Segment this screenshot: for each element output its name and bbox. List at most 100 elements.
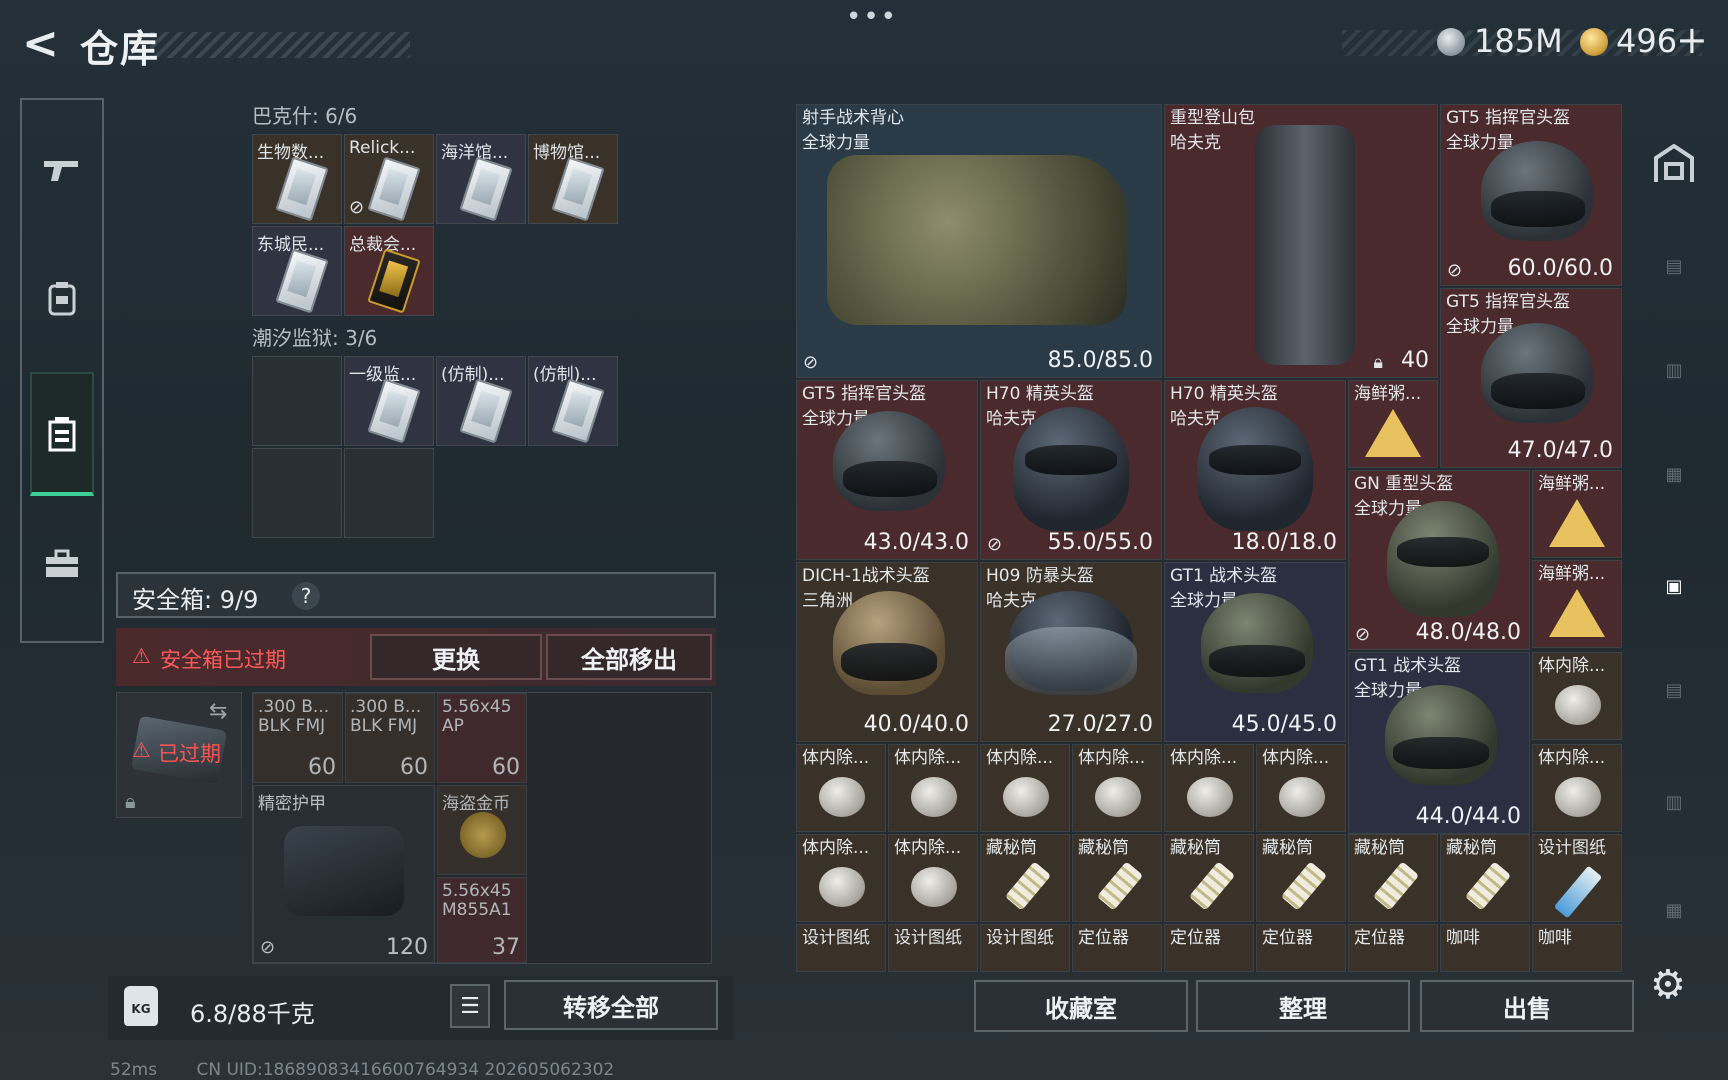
keycard-slot[interactable]: (仿制)... (528, 356, 618, 446)
ammo-slot[interactable]: 5.56x45 AP 60 (437, 693, 527, 783)
backpack-icon (1255, 125, 1355, 365)
back-arrow-icon[interactable]: < (22, 22, 62, 66)
expired-warning-text: 安全箱已过期 (160, 648, 286, 672)
transfer-all-button[interactable]: 转移全部 (504, 980, 718, 1030)
item-medicine[interactable]: 体内除... (1532, 652, 1622, 740)
rail-case-icon[interactable]: ▦ (1640, 880, 1708, 940)
item-food[interactable]: 海鲜粥... (1532, 560, 1622, 648)
item-medicine[interactable]: 体内除... (888, 744, 978, 832)
coin-slot[interactable]: 海盗金币 (437, 785, 527, 875)
item-helmet[interactable]: GN 重型头盔 全球力量 ⊘ 48.0/48.0 (1348, 470, 1530, 650)
item-count: 37 (492, 935, 520, 960)
more-menu-icon[interactable]: ••• (846, 2, 898, 32)
rail-case-icon[interactable]: ▤ (1640, 660, 1708, 720)
item-blueprint[interactable]: 设计图纸 (888, 924, 978, 972)
item-medicine[interactable]: 体内除... (1072, 744, 1162, 832)
keycard-slot[interactable]: (仿制)... (436, 356, 526, 446)
remove-all-button[interactable]: 全部移出 (546, 634, 712, 680)
item-locator[interactable]: 定位器 (1072, 924, 1162, 972)
ammo-slot[interactable]: .300 B... BLK FMJ 60 (253, 693, 343, 783)
item-vest[interactable]: 射手战术背心 全球力量 ⊘ 85.0/85.0 (796, 104, 1162, 378)
add-currency-button[interactable]: + (1676, 18, 1708, 62)
item-container[interactable]: 藏秘筒 (1164, 834, 1254, 922)
item-blueprint[interactable]: 设计图纸 (796, 924, 886, 972)
item-medicine[interactable]: 体内除... (796, 744, 886, 832)
item-blueprint[interactable]: 设计图纸 (980, 924, 1070, 972)
keycard-grid-2: 一级监... (仿制)... (仿制)... (252, 356, 620, 540)
settings-gear-icon[interactable]: ⚙ (1650, 962, 1686, 1008)
item-container[interactable]: 藏秘筒 (980, 834, 1070, 922)
collection-room-button[interactable]: 收藏室 (974, 980, 1188, 1032)
item-helmet[interactable]: GT1 战术头盔 全球力量 45.0/45.0 (1164, 562, 1346, 742)
item-food[interactable]: 海鲜粥... (1532, 470, 1622, 558)
item-label: 藏秘筒 (1078, 838, 1129, 858)
item-helmet[interactable]: GT5 指挥官头盔 全球力量 47.0/47.0 (1440, 288, 1622, 468)
ammo-slot[interactable]: 5.56x45 M855A1 37 (437, 877, 527, 963)
help-icon[interactable]: ? (292, 582, 320, 610)
stash-grid: 射手战术背心 全球力量 ⊘ 85.0/85.0 重型登山包 哈夫克 🔒︎ 40 … (796, 104, 1622, 972)
item-medicine[interactable]: 体内除... (980, 744, 1070, 832)
item-medicine[interactable]: 体内除... (796, 834, 886, 922)
item-coffee[interactable]: 咖啡 (1532, 924, 1622, 972)
item-food[interactable]: 海鲜粥... (1348, 380, 1438, 468)
item-medicine[interactable]: 体内除... (1164, 744, 1254, 832)
item-medicine[interactable]: 体内除... (1532, 744, 1622, 832)
armor-slot[interactable]: 精密护甲 ⊘ 120 (253, 785, 435, 963)
item-helmet[interactable]: H70 精英头盔 哈夫克 18.0/18.0 (1164, 380, 1346, 560)
item-durability: 45.0/45.0 (1231, 712, 1337, 737)
rail-case-icon[interactable]: ▥ (1640, 340, 1708, 400)
item-locator[interactable]: 定位器 (1348, 924, 1438, 972)
sidebar-item-equipment[interactable] (28, 264, 96, 332)
item-container[interactable]: 藏秘筒 (1348, 834, 1438, 922)
rail-case-icon[interactable]: ▥ (1640, 772, 1708, 832)
item-medicine[interactable]: 体内除... (1256, 744, 1346, 832)
item-label: GN 重型头盔 (1354, 474, 1454, 494)
empty-slot[interactable] (252, 448, 342, 538)
sidebar-item-storage[interactable] (28, 400, 96, 468)
keycard-slot[interactable]: 一级监... (344, 356, 434, 446)
item-helmet[interactable]: H70 精英头盔 哈夫克 ⊘ 55.0/55.0 (980, 380, 1162, 560)
cylinder-icon (1280, 861, 1328, 911)
lock-icon: 🔒︎ (125, 789, 136, 813)
item-helmet[interactable]: GT5 指挥官头盔 全球力量 43.0/43.0 (796, 380, 978, 560)
item-blueprint[interactable]: 设计图纸 (1532, 834, 1622, 922)
keycard-slot[interactable]: 总裁会... (344, 226, 434, 316)
keycard-slot[interactable]: Relick... ⊘ (344, 134, 434, 224)
item-coffee[interactable]: 咖啡 (1440, 924, 1530, 972)
sidebar-item-weapons[interactable] (28, 136, 96, 204)
rail-case-active-icon[interactable]: ▣ (1640, 556, 1708, 616)
item-label: GT5 指挥官头盔 (802, 384, 927, 404)
replace-button[interactable]: 更换 (370, 634, 542, 680)
item-container[interactable]: 藏秘筒 (1072, 834, 1162, 922)
item-container[interactable]: 藏秘筒 (1256, 834, 1346, 922)
item-helmet[interactable]: GT1 战术头盔 全球力量 44.0/44.0 (1348, 652, 1530, 834)
item-locator[interactable]: 定位器 (1256, 924, 1346, 972)
sort-button[interactable]: 整理 (1196, 980, 1410, 1032)
sidebar-item-misc[interactable] (28, 530, 96, 598)
item-helmet[interactable]: DICH-1战术头盔 三角洲 40.0/40.0 (796, 562, 978, 742)
rail-stash-icon[interactable] (1640, 134, 1708, 194)
swap-icon[interactable]: ⇆ (209, 699, 227, 724)
rail-case-icon[interactable]: ▦ (1640, 444, 1708, 504)
ammo-slot[interactable]: .300 B... BLK FMJ 60 (345, 693, 435, 783)
keycard-slot[interactable]: 东城民... (252, 226, 342, 316)
rail-case-icon[interactable]: ▤ (1640, 236, 1708, 296)
visor-icon (1209, 445, 1301, 475)
item-helmet[interactable]: H09 防暴头盔 哈夫克 27.0/27.0 (980, 562, 1162, 742)
sell-button[interactable]: 出售 (1420, 980, 1634, 1032)
item-backpack[interactable]: 重型登山包 哈夫克 🔒︎ 40 (1164, 104, 1438, 378)
item-medicine[interactable]: 体内除... (888, 834, 978, 922)
keycard-slot[interactable]: 生物数... (252, 134, 342, 224)
item-container[interactable]: 藏秘筒 (1440, 834, 1530, 922)
visor-icon (843, 461, 937, 497)
keycard-icon (459, 156, 513, 222)
empty-slot[interactable] (344, 448, 434, 538)
item-helmet[interactable]: GT5 指挥官头盔 全球力量 ⊘ 60.0/60.0 (1440, 104, 1622, 286)
no-insure-icon: ⊘ (260, 937, 276, 958)
item-label: 咖啡 (1446, 928, 1480, 948)
empty-slot[interactable] (252, 356, 342, 446)
item-locator[interactable]: 定位器 (1164, 924, 1254, 972)
list-view-icon[interactable]: ☰ (450, 984, 490, 1028)
keycard-slot[interactable]: 海洋馆... (436, 134, 526, 224)
keycard-slot[interactable]: 博物馆... (528, 134, 618, 224)
